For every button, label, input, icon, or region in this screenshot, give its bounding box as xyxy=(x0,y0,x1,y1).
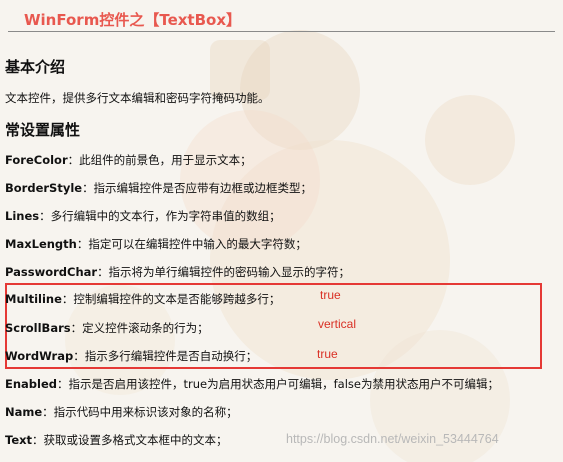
property-name: Name xyxy=(5,405,43,419)
property-desc: ：指示代码中用来标识该对象的名称； xyxy=(42,405,238,419)
watermark: https://blog.csdn.net/weixin_53444764 xyxy=(286,432,499,446)
property-line: Lines：多行编辑中的文本行，作为字符串值的数组； xyxy=(5,208,281,224)
property-line: Name：指示代码中用来标识该对象的名称； xyxy=(5,404,238,420)
property-name: Multiline xyxy=(5,292,62,306)
annotation-wordwrap-value: true xyxy=(317,347,338,361)
property-desc: ：多行编辑中的文本行，作为字符串值的数组； xyxy=(39,209,281,223)
property-desc: ：定义控件滚动条的行为； xyxy=(70,321,209,335)
property-desc: ：指示将为单行编辑控件的密码输入显示的字符； xyxy=(97,265,351,279)
property-name: PasswordChar xyxy=(5,265,98,279)
property-line: MaxLength：指定可以在编辑控件中输入的最大字符数； xyxy=(5,236,307,252)
property-line: ForeColor：此组件的前景色，用于显示文本； xyxy=(5,152,252,168)
section-heading-intro: 基本介绍 xyxy=(5,58,66,76)
property-line: BorderStyle：指示编辑控件是否应带有边框或边框类型； xyxy=(5,180,312,196)
property-desc: ：指示是否启用该控件，true为启用状态用户可编辑，false为禁用状态用户不可… xyxy=(57,377,499,391)
page-title: WinForm控件之【TextBox】 xyxy=(24,11,242,29)
annotation-multiline-value: true xyxy=(320,288,341,302)
property-name: ForeColor xyxy=(5,153,68,167)
background-illustration xyxy=(65,30,515,462)
property-line: WordWrap：指示多行编辑控件是否自动换行； xyxy=(5,348,257,364)
property-desc: ：此组件的前景色，用于显示文本； xyxy=(67,153,252,167)
property-line: Enabled：指示是否启用该控件，true为启用状态用户可编辑，false为禁… xyxy=(5,376,499,392)
property-name: Lines xyxy=(5,209,40,223)
property-line: Text：获取或设置多格式文本框中的文本； xyxy=(5,432,228,448)
page-header: WinForm控件之【TextBox】 xyxy=(8,3,555,32)
annotation-scrollbars-value: vertical xyxy=(318,317,357,331)
property-line: ScrollBars：定义控件滚动条的行为； xyxy=(5,320,209,336)
intro-text: 文本控件，提供多行文本编辑和密码字符掩码功能。 xyxy=(5,91,270,105)
section-heading-properties: 常设置属性 xyxy=(5,121,81,139)
property-desc: ：获取或设置多格式文本框中的文本； xyxy=(32,433,228,447)
property-name: ScrollBars xyxy=(5,321,71,335)
property-desc: ：指示编辑控件是否应带有边框或边框类型； xyxy=(82,181,313,195)
property-desc: ：指示多行编辑控件是否自动换行； xyxy=(73,349,258,363)
property-desc: ：指定可以在编辑控件中输入的最大字符数； xyxy=(76,237,307,251)
property-name: MaxLength xyxy=(5,237,77,251)
property-name: WordWrap xyxy=(5,349,74,363)
property-line: PasswordChar：指示将为单行编辑控件的密码输入显示的字符； xyxy=(5,264,350,280)
property-desc: ：控制编辑控件的文本是否能够跨越多行； xyxy=(61,292,281,306)
property-name: Text xyxy=(5,433,33,447)
property-line: Multiline：控制编辑控件的文本是否能够跨越多行； xyxy=(5,291,280,307)
property-name: BorderStyle xyxy=(5,181,83,195)
property-name: Enabled xyxy=(5,377,58,391)
